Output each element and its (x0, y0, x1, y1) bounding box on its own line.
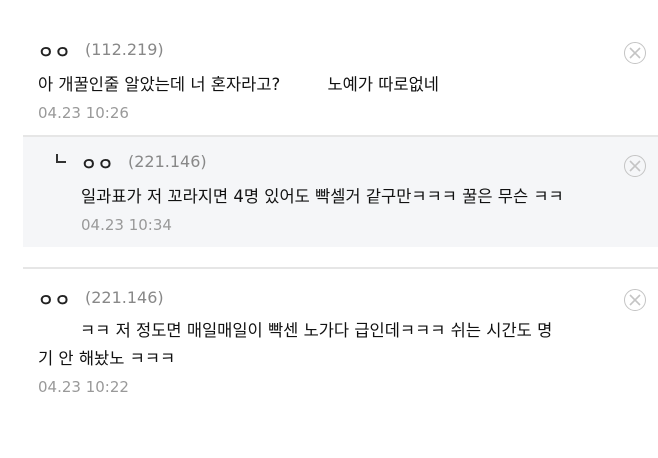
comment-text: 아 개꿀인줄 알았는데 너 혼자라고? 노예가 따로없네 (38, 75, 439, 94)
comment-nickname[interactable]: ㅇㅇ (81, 150, 114, 175)
reply-comment-item: ㅇㅇ (221.146) 일과표가 저 꼬라지면 4명 있어도 빡셀거 같구만ㅋ… (23, 137, 658, 247)
comment-ip: (221.146) (128, 152, 207, 171)
comment-text-line2: 기 안 해놨노 ㅋㅋㅋ (38, 349, 176, 368)
comment-nickname[interactable]: ㅇㅇ (38, 286, 71, 311)
close-icon (629, 160, 641, 172)
comment-ip: (112.219) (85, 40, 164, 59)
close-icon (629, 294, 641, 306)
reply-arrow-icon (56, 154, 66, 163)
delete-comment-button[interactable] (624, 42, 646, 64)
comment-text-line1: ㅋㅋ 저 정도면 매일매일이 빡센 노가다 급인데ㅋㅋㅋ 쉬는 시간도 명 (80, 321, 553, 340)
comment-nickname[interactable]: ㅇㅇ (38, 38, 71, 63)
comment-date: 04.23 10:26 (38, 104, 129, 122)
comment-date: 04.23 10:22 (38, 378, 129, 396)
comment-item: ㅇㅇ (221.146) ㅋㅋ 저 정도면 매일매일이 빡센 노가다 급인데ㅋㅋ… (23, 269, 658, 419)
comment-text: 일과표가 저 꼬라지면 4명 있어도 빡셀거 같구만ㅋㅋㅋ 꿀은 무슨 ㅋㅋ (81, 187, 564, 206)
comment-date: 04.23 10:34 (81, 216, 172, 234)
comment-ip: (221.146) (85, 288, 164, 307)
close-icon (629, 47, 641, 59)
delete-comment-button[interactable] (624, 155, 646, 177)
delete-comment-button[interactable] (624, 289, 646, 311)
comment-item: ㅇㅇ (112.219) 아 개꿀인줄 알았는데 너 혼자라고? 노예가 따로없… (23, 25, 658, 135)
